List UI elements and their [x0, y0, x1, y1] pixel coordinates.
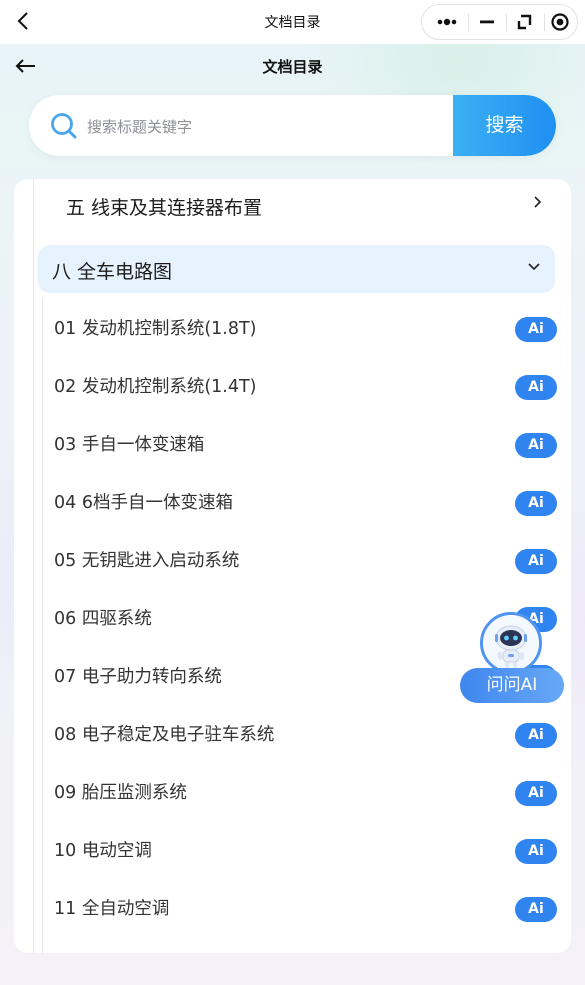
chapter-label: 八 全车电路图 [52, 261, 173, 283]
ai-badge-button[interactable]: Ai [515, 781, 557, 806]
list-item[interactable]: 10 电动空调 Ai [54, 823, 557, 881]
item-label: 06 四驱系统 [54, 609, 152, 629]
ai-badge-button[interactable]: Ai [515, 549, 557, 574]
item-label: 07 电子助力转向系统 [54, 667, 222, 687]
page-header: 文档目录 [0, 44, 585, 90]
tree-guide-line [42, 299, 43, 953]
ai-badge-button[interactable]: Ai [515, 375, 557, 400]
list-item[interactable]: 09 胎压监测系统 Ai [54, 765, 557, 823]
switch-icon[interactable] [508, 5, 542, 39]
item-label: 02 发动机控制系统(1.4T) [54, 377, 257, 397]
item-label: 09 胎压监测系统 [54, 783, 187, 803]
item-label: 10 电动空调 [54, 841, 152, 861]
list-item[interactable]: 11 全自动空调 Ai [54, 881, 557, 939]
ai-badge-button[interactable]: Ai [515, 433, 557, 458]
item-label: 11 全自动空调 [54, 899, 170, 919]
list-item[interactable]: 04 6档手自一体变速箱 Ai [54, 475, 557, 533]
item-label: 03 手自一体变速箱 [54, 435, 205, 455]
list-item[interactable]: 02 发动机控制系统(1.4T) Ai [54, 359, 557, 417]
capsule-divider [468, 14, 469, 31]
chapter-label: 五 线束及其连接器布置 [66, 197, 263, 219]
robot-avatar-icon[interactable] [480, 612, 542, 674]
record-icon[interactable] [546, 5, 578, 39]
chapter-row-expanded[interactable]: 八 全车电路图 [38, 245, 555, 293]
toc-card: 五 线束及其连接器布置 八 全车电路图 01 发动机控制系统(1.8T) Ai … [14, 179, 571, 953]
chevron-right-icon [528, 193, 546, 211]
list-item[interactable]: 03 手自一体变速箱 Ai [54, 417, 557, 475]
ai-badge-button[interactable]: Ai [515, 723, 557, 748]
item-label: 08 电子稳定及电子驻车系统 [54, 725, 275, 745]
search-button[interactable]: 搜索 [453, 95, 556, 156]
chevron-down-icon [525, 257, 543, 275]
capsule-divider [544, 14, 545, 31]
list-item[interactable]: 01 发动机控制系统(1.8T) Ai [54, 301, 557, 359]
search-icon [49, 111, 79, 141]
mini-program-titlebar: 文档目录 [0, 0, 585, 44]
item-label: 01 发动机控制系统(1.8T) [54, 319, 257, 339]
floating-assistant[interactable]: 问问AI [458, 612, 566, 704]
list-item[interactable]: 05 无钥匙进入启动系统 Ai [54, 533, 557, 591]
minimize-icon[interactable] [470, 5, 504, 39]
ai-badge-button[interactable]: Ai [515, 897, 557, 922]
search-bar: 搜索标题关键字 搜索 [29, 95, 556, 156]
more-dots-icon[interactable] [428, 5, 466, 39]
tree-guide-line [33, 179, 34, 953]
chapter-row[interactable]: 五 线束及其连接器布置 [52, 181, 558, 229]
search-input[interactable]: 搜索标题关键字 [87, 116, 192, 137]
capsule-menu [421, 4, 578, 40]
ask-ai-button[interactable]: 问问AI [460, 668, 564, 703]
list-item[interactable]: 08 电子稳定及电子驻车系统 Ai [54, 707, 557, 765]
ai-badge-button[interactable]: Ai [515, 317, 557, 342]
ai-badge-button[interactable]: Ai [515, 491, 557, 516]
ai-badge-button[interactable]: Ai [515, 839, 557, 864]
item-label: 04 6档手自一体变速箱 [54, 493, 233, 513]
item-label: 05 无钥匙进入启动系统 [54, 551, 240, 571]
page-title: 文档目录 [262, 58, 323, 76]
capsule-divider [506, 14, 507, 31]
